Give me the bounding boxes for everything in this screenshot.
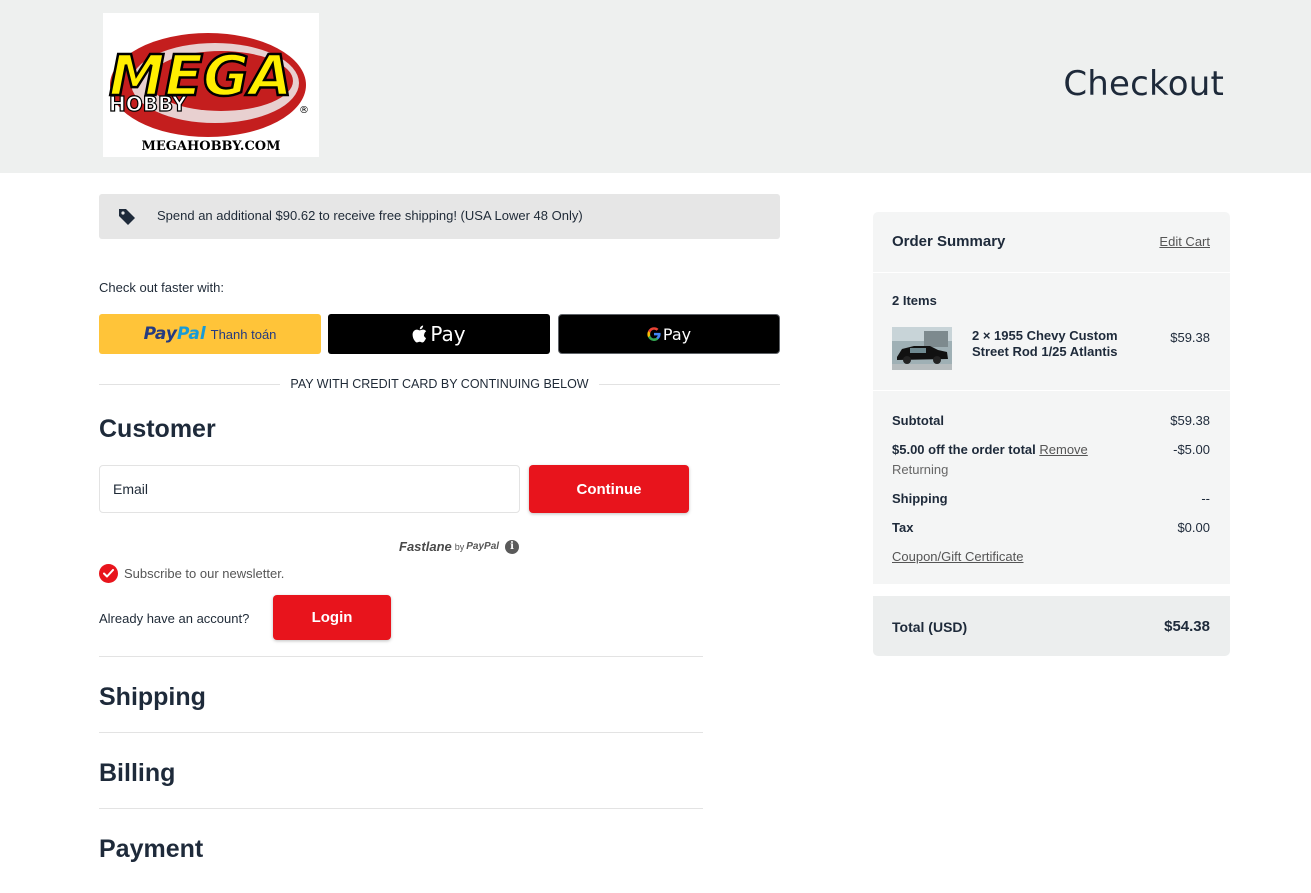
logo-sub-text: HOBBY <box>109 92 187 116</box>
registered-mark: ® <box>299 105 309 116</box>
apple-icon <box>412 325 427 343</box>
divider-text: PAY WITH CREDIT CARD BY CONTINUING BELOW <box>280 377 599 391</box>
apple-pay-label: Pay <box>430 322 466 346</box>
paypal-logo-part2: Pal <box>176 324 206 344</box>
subtotal-value: $59.38 <box>1170 413 1210 428</box>
tax-label: Tax <box>892 520 914 535</box>
paypal-logo-part1: Pay <box>143 324 177 344</box>
email-input[interactable] <box>99 465 520 513</box>
newsletter-label[interactable]: Subscribe to our newsletter. <box>124 566 284 581</box>
paypal-button-label: Thanh toán <box>210 326 277 342</box>
section-divider <box>99 808 703 809</box>
product-thumbnail <box>892 327 952 370</box>
section-divider <box>99 656 703 657</box>
discount-value: -$5.00 <box>1173 442 1210 457</box>
credit-card-divider: PAY WITH CREDIT CARD BY CONTINUING BELOW <box>99 377 780 391</box>
billing-heading[interactable]: Billing <box>99 759 175 788</box>
discount-label: $5.00 off the order total <box>892 442 1036 457</box>
items-count: 2 Items <box>892 293 937 308</box>
car-image <box>892 327 952 370</box>
shipping-value: -- <box>1201 491 1210 506</box>
google-pay-button[interactable]: Pay <box>558 314 780 354</box>
fastlane-word: Fastlane <box>399 539 452 554</box>
tax-value: $0.00 <box>1177 520 1210 535</box>
total-label: Total (USD) <box>892 619 968 635</box>
newsletter-checkbox[interactable] <box>99 564 118 583</box>
edit-cart-link[interactable]: Edit Cart <box>1159 234 1210 249</box>
fastlane-badge: Fastlane by PayPal i <box>399 539 520 554</box>
coupon-link[interactable]: Coupon/Gift Certificate <box>892 549 1024 564</box>
shipping-label: Shipping <box>892 491 948 506</box>
paypal-logo: PayPal <box>144 324 206 344</box>
discount-row: $5.00 off the order total Remove <box>892 442 1088 457</box>
promo-text: Spend an additional $90.62 to receive fr… <box>157 208 583 223</box>
customer-heading: Customer <box>99 415 216 443</box>
tag-icon <box>119 209 135 225</box>
site-header: MEGA HOBBY ® MEGAHOBBY.COM Checkout <box>0 0 1311 173</box>
order-summary-header: Order Summary Edit Cart <box>873 212 1230 272</box>
remove-discount-link[interactable]: Remove <box>1039 442 1087 457</box>
product-price: $59.38 <box>1170 330 1210 345</box>
info-icon[interactable]: i <box>505 539 520 554</box>
logo-graphic: MEGA HOBBY ® MEGAHOBBY.COM <box>108 33 309 154</box>
newsletter-option: Subscribe to our newsletter. <box>99 564 284 583</box>
shipping-heading[interactable]: Shipping <box>99 683 206 712</box>
fastlane-by: by <box>454 541 465 552</box>
express-checkout-label: Check out faster with: <box>99 280 224 295</box>
apple-pay-button[interactable]: Pay <box>328 314 550 354</box>
product-name: 2 × 1955 Chevy Custom Street Rod 1/25 At… <box>972 328 1118 359</box>
login-button[interactable]: Login <box>273 595 391 640</box>
order-items: 2 Items 2 × 1955 Chevy Custom Street Rod… <box>873 273 1230 390</box>
paypal-button[interactable]: PayPal Thanh toán <box>99 314 321 354</box>
total-value: $54.38 <box>1164 618 1210 635</box>
free-shipping-banner: Spend an additional $90.62 to receive fr… <box>99 194 780 239</box>
continue-button[interactable]: Continue <box>529 465 689 513</box>
payment-heading[interactable]: Payment <box>99 835 203 864</box>
google-pay-label: Pay <box>662 324 692 344</box>
order-total: Total (USD) $54.38 <box>873 596 1230 656</box>
account-question: Already have an account? <box>99 611 250 626</box>
section-divider <box>99 732 703 733</box>
google-g-icon <box>647 327 661 341</box>
order-totals: Subtotal $59.38 $5.00 off the order tota… <box>873 391 1230 584</box>
subtotal-label: Subtotal <box>892 413 944 428</box>
page-title: Checkout <box>1063 64 1224 104</box>
checkmark-icon <box>103 569 114 578</box>
order-summary-title: Order Summary <box>892 233 1006 250</box>
discount-note: Returning <box>892 462 949 477</box>
megahobby-logo[interactable]: MEGA HOBBY ® MEGAHOBBY.COM <box>103 13 319 157</box>
fastlane-brand: PayPal <box>466 541 500 552</box>
logo-site-text: MEGAHOBBY.COM <box>141 139 280 154</box>
